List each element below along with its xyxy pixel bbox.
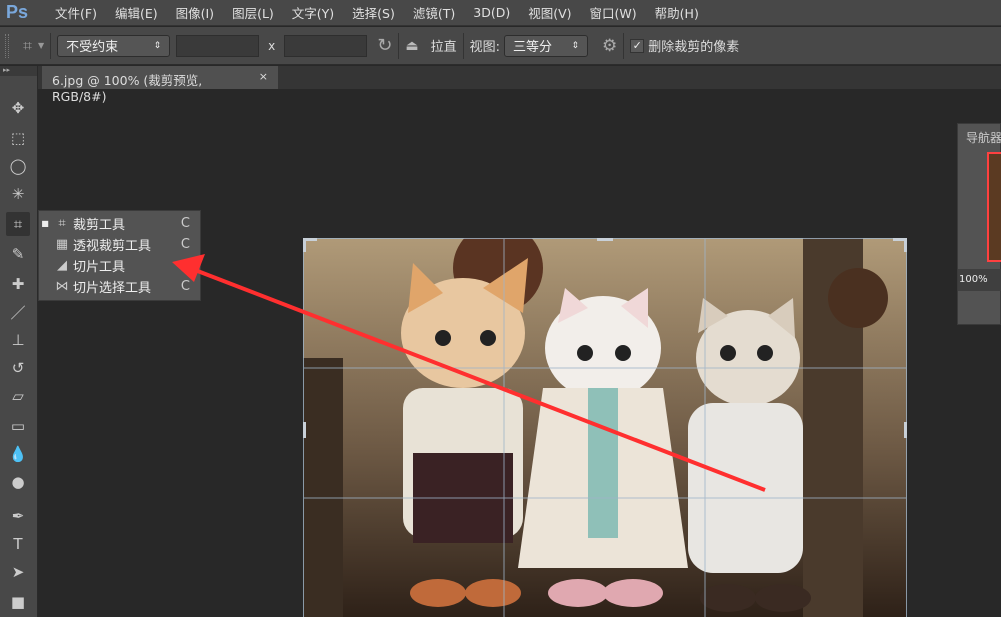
document-tab-bar: 6.jpg @ 100% (裁剪预览, RGB/8#) ×: [38, 66, 1001, 104]
flyout-item-perspective-crop[interactable]: ▦ 透视裁剪工具 C: [39, 234, 200, 255]
navigator-title[interactable]: 导航器: [966, 129, 1001, 146]
marquee-tool-icon[interactable]: ⬚: [6, 126, 30, 150]
type-tool-icon[interactable]: T: [6, 532, 30, 556]
flyout-item-slice[interactable]: ◢ 切片工具 C: [39, 255, 200, 276]
move-tool-icon[interactable]: ✥: [6, 96, 30, 120]
crop-tool-preset-icon[interactable]: ⌗: [23, 36, 32, 56]
shortcut: C: [180, 216, 190, 231]
straighten-icon[interactable]: ⏏: [405, 38, 418, 54]
height-input[interactable]: [284, 34, 368, 57]
delete-pixels-checkbox[interactable]: ✓: [630, 38, 645, 53]
menu-select[interactable]: 选择(S): [343, 3, 404, 22]
shape-tool-icon[interactable]: ■: [6, 590, 30, 614]
menu-3d[interactable]: 3D(D): [464, 5, 519, 20]
menu-layer[interactable]: 图层(L): [223, 3, 283, 22]
flyout-label: 裁剪工具: [73, 218, 126, 233]
brush-icon[interactable]: ／: [6, 300, 30, 324]
swap-rotate-icon[interactable]: ↻: [377, 35, 392, 56]
healing-brush-icon[interactable]: ✚: [6, 272, 30, 296]
flyout-label: 切片工具: [73, 260, 126, 275]
x-label: x: [268, 38, 276, 53]
flyout-item-crop[interactable]: ■ ⌗ 裁剪工具 C: [39, 213, 200, 234]
view-select-value: 三等分: [513, 40, 553, 55]
photoshop-logo: Ps: [6, 2, 29, 22]
crop-tool-icon[interactable]: ⌗: [6, 212, 30, 236]
flyout-item-slice-select[interactable]: ⋈ 切片选择工具 C: [39, 276, 200, 297]
divider: [398, 32, 400, 59]
document-tab[interactable]: 6.jpg @ 100% (裁剪预览, RGB/8#) ×: [42, 66, 278, 104]
navigator-thumbnail[interactable]: [987, 152, 1001, 262]
crop-tool-flyout: ■ ⌗ 裁剪工具 C ▦ 透视裁剪工具 C ◢ 切片工具 C ⋈ 切片选择工具 C: [38, 210, 201, 301]
perspective-crop-icon: ▦: [55, 237, 69, 252]
canvas-image[interactable]: [303, 238, 907, 617]
chevron-down-icon[interactable]: ▼: [38, 41, 44, 50]
dodge-icon[interactable]: ●: [6, 470, 30, 494]
eyedropper-icon[interactable]: ✎: [6, 242, 30, 266]
crop-icon: ⌗: [58, 216, 66, 231]
navigator-zoom[interactable]: 100%: [958, 269, 1001, 291]
options-grip[interactable]: [5, 33, 9, 58]
shortcut: C: [180, 279, 190, 294]
view-select[interactable]: 三等分 ⇕: [504, 34, 589, 57]
menu-bar: Ps 文件(F) 编辑(E) 图像(I) 图层(L) 文字(Y) 选择(S) 滤…: [0, 0, 1001, 26]
width-input[interactable]: [176, 34, 260, 57]
divider: [623, 32, 625, 59]
tools-panel: ▸▸ ✥ ⬚ ◯ ✳ ⌗ ✎ ✚ ／ ⊥ ↺ ▱ ▭ 💧 ● ✒ T ➤ ■: [0, 66, 38, 617]
menu-filter[interactable]: 滤镜(T): [404, 3, 464, 22]
magic-wand-icon[interactable]: ✳: [6, 182, 30, 206]
view-label: 视图:: [469, 40, 501, 55]
collapse-icon[interactable]: ▸▸: [0, 66, 37, 76]
divider: [462, 32, 464, 59]
gradient-icon[interactable]: ▭: [6, 414, 30, 438]
menu-file[interactable]: 文件(F): [46, 3, 106, 22]
shortcut: C: [180, 237, 190, 252]
slice-select-icon: ⋈: [55, 279, 69, 294]
blur-icon[interactable]: 💧: [6, 442, 30, 466]
active-marker-icon: ■: [41, 219, 49, 228]
flyout-label: 切片选择工具: [73, 281, 152, 296]
menu-view[interactable]: 视图(V): [519, 3, 580, 22]
slice-icon: ◢: [57, 258, 67, 273]
menu-window[interactable]: 窗口(W): [581, 3, 646, 22]
ratio-select[interactable]: 不受约束 ⇕: [57, 34, 171, 57]
shortcut: C: [180, 258, 190, 273]
close-icon[interactable]: ×: [259, 70, 268, 85]
menu-help[interactable]: 帮助(H): [646, 3, 708, 22]
stamp-icon[interactable]: ⊥: [6, 328, 30, 352]
menu-image[interactable]: 图像(I): [167, 3, 223, 22]
gear-icon[interactable]: ⚙: [602, 36, 617, 56]
document-tab-title: 6.jpg @ 100% (裁剪预览, RGB/8#): [52, 73, 203, 104]
menu-type[interactable]: 文字(Y): [283, 3, 343, 22]
menu-edit[interactable]: 编辑(E): [106, 3, 167, 22]
path-select-icon[interactable]: ➤: [6, 560, 30, 584]
options-bar: ⌗ ▼ 不受约束 ⇕ x ↻ ⏏ 拉直 视图: 三等分 ⇕ ⚙ ✓ 删除裁剪的像素: [0, 27, 1001, 65]
delete-pixels-label[interactable]: 删除裁剪的像素: [648, 36, 739, 55]
ratio-select-value: 不受约束: [66, 40, 119, 55]
divider: [50, 32, 52, 59]
navigator-panel: 导航器 100%: [957, 123, 1001, 325]
lasso-tool-icon[interactable]: ◯: [6, 154, 30, 178]
eraser-icon[interactable]: ▱: [6, 384, 30, 408]
flyout-label: 透视裁剪工具: [73, 239, 152, 254]
straighten-label[interactable]: 拉直: [431, 36, 457, 55]
doll-photo: [303, 238, 907, 617]
pen-icon[interactable]: ✒: [6, 504, 30, 528]
history-brush-icon[interactable]: ↺: [6, 356, 30, 380]
